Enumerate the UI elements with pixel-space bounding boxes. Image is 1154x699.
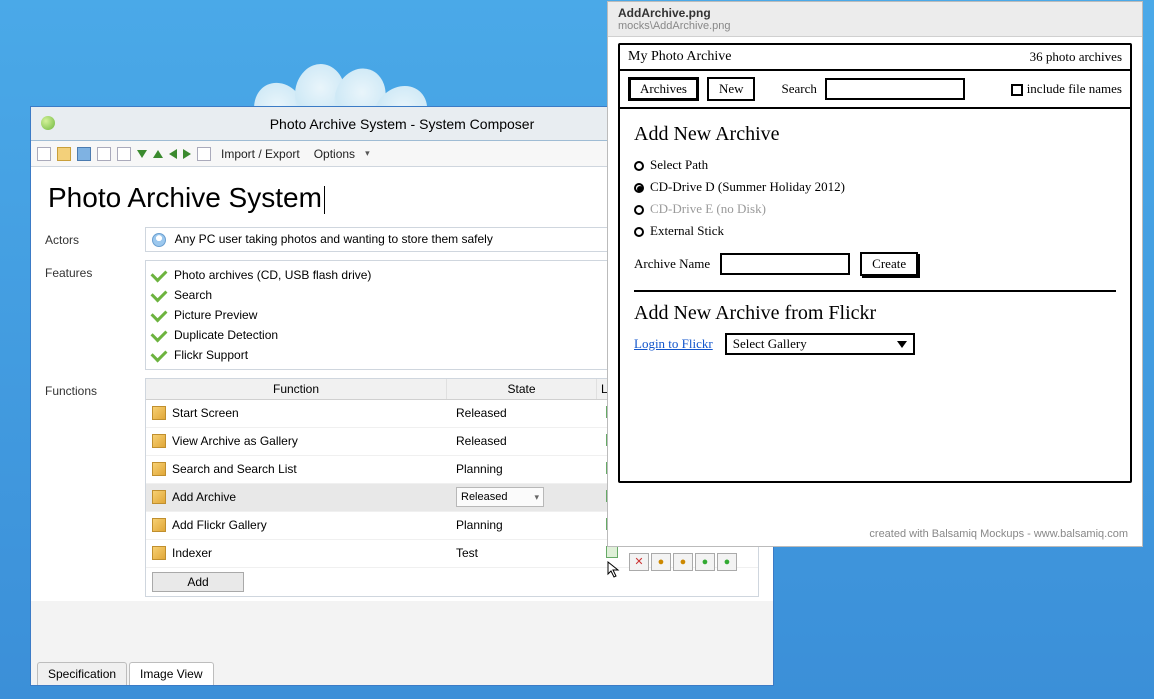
function-name: View Archive as Gallery — [172, 434, 456, 448]
archive-source-option[interactable]: External Stick — [634, 220, 1116, 242]
features-label: Features — [45, 260, 145, 370]
new-button[interactable]: New — [707, 77, 756, 101]
function-icon — [152, 546, 166, 560]
tab-specification[interactable]: Specification — [37, 662, 127, 685]
arrow-down-icon[interactable] — [137, 150, 147, 158]
archive-source-option[interactable]: Select Path — [634, 154, 1116, 176]
select-gallery-dropdown[interactable]: Select Gallery — [725, 333, 915, 355]
function-name: Indexer — [172, 546, 456, 560]
add-archive-heading: Add New Archive — [634, 123, 1116, 146]
function-state: Released — [456, 406, 606, 420]
archive-name-label: Archive Name — [634, 256, 710, 272]
row-warn2-icon[interactable]: ● — [673, 553, 693, 571]
actors-label: Actors — [45, 227, 145, 252]
chevron-down-icon — [897, 341, 907, 348]
separator — [634, 290, 1116, 292]
search-input[interactable] — [825, 78, 965, 100]
check-icon — [151, 345, 168, 362]
function-icon — [152, 406, 166, 420]
add-button[interactable]: Add — [152, 572, 244, 592]
col-state[interactable]: State — [446, 379, 596, 399]
mockup-footer: created with Balsamiq Mockups - www.bals… — [869, 528, 1128, 540]
function-name: Add Archive — [172, 490, 456, 504]
archive-source-option: CD-Drive E (no Disk) — [634, 198, 1116, 220]
function-icon — [152, 434, 166, 448]
arrow-right-icon[interactable] — [183, 149, 191, 159]
row-warn-icon[interactable]: ● — [651, 553, 671, 571]
archive-source-option[interactable]: CD-Drive D (Summer Holiday 2012) — [634, 176, 1116, 198]
function-name: Start Screen — [172, 406, 456, 420]
function-name: Add Flickr Gallery — [172, 518, 456, 532]
add-flickr-heading: Add New Archive from Flickr — [634, 302, 1116, 325]
search-label: Search — [781, 81, 816, 97]
function-state: Test — [456, 546, 606, 560]
mockup-frame: My Photo Archive 36 photo archives Archi… — [618, 43, 1132, 483]
doc-icon[interactable] — [197, 147, 211, 161]
function-state: Released▾ — [456, 487, 606, 507]
copy-icon[interactable] — [97, 147, 111, 161]
arrow-left-icon[interactable] — [169, 149, 177, 159]
actor-icon — [152, 233, 166, 247]
radio-icon — [634, 227, 644, 237]
check-icon — [151, 325, 168, 342]
radio-icon — [634, 161, 644, 171]
bottom-tabs: Specification Image View — [31, 661, 216, 685]
function-icon — [152, 490, 166, 504]
mockup-window[interactable]: AddArchive.png mocks\AddArchive.png My P… — [607, 1, 1143, 547]
row-ok-icon[interactable]: ● — [695, 553, 715, 571]
mouse-cursor-icon — [607, 561, 621, 579]
login-flickr-link[interactable]: Login to Flickr — [634, 336, 713, 352]
mockup-file-path: mocks\AddArchive.png — [618, 20, 1132, 32]
save-icon[interactable] — [77, 147, 91, 161]
col-function[interactable]: Function — [146, 379, 446, 399]
radio-icon — [634, 205, 644, 215]
tab-image-view[interactable]: Image View — [129, 662, 213, 685]
app-icon — [41, 116, 55, 130]
function-state: Released — [456, 434, 606, 448]
function-state: Planning — [456, 518, 606, 532]
function-icon — [152, 518, 166, 532]
state-combo[interactable]: Released▾ — [456, 487, 544, 507]
new-icon[interactable] — [37, 147, 51, 161]
functions-label: Functions — [45, 378, 145, 597]
mockup-titlebar[interactable]: AddArchive.png mocks\AddArchive.png — [608, 2, 1142, 37]
options-dropdown-icon[interactable]: ▾ — [365, 148, 370, 159]
row-ok2-icon[interactable]: ● — [717, 553, 737, 571]
arrow-up-icon[interactable] — [153, 150, 163, 158]
archive-name-input[interactable] — [720, 253, 850, 275]
link-icon — [606, 546, 618, 558]
mock-header-right: 36 photo archives — [1030, 49, 1122, 65]
window-title: Photo Archive System - System Composer — [270, 116, 535, 132]
text-cursor — [324, 186, 325, 214]
function-name: Search and Search List — [172, 462, 456, 476]
row-action-buttons: ✕ ● ● ● ● — [629, 553, 737, 571]
menu-import-export[interactable]: Import / Export — [217, 147, 304, 161]
create-button[interactable]: Create — [860, 252, 918, 276]
menu-options[interactable]: Options — [310, 147, 359, 161]
check-icon — [151, 305, 168, 322]
paste-icon[interactable] — [117, 147, 131, 161]
archives-button[interactable]: Archives — [628, 77, 699, 101]
function-state: Planning — [456, 462, 606, 476]
radio-icon — [634, 183, 644, 193]
check-icon — [151, 285, 168, 302]
row-delete-icon[interactable]: ✕ — [629, 553, 649, 571]
function-icon — [152, 462, 166, 476]
actors-text: Any PC user taking photos and wanting to… — [175, 232, 493, 246]
checkbox-icon — [1011, 84, 1023, 96]
include-filenames-check[interactable]: include file names — [1011, 81, 1122, 97]
mockup-file-title: AddArchive.png — [618, 6, 1132, 20]
open-icon[interactable] — [57, 147, 71, 161]
check-icon — [151, 265, 168, 282]
mock-header-left: My Photo Archive — [628, 49, 731, 65]
